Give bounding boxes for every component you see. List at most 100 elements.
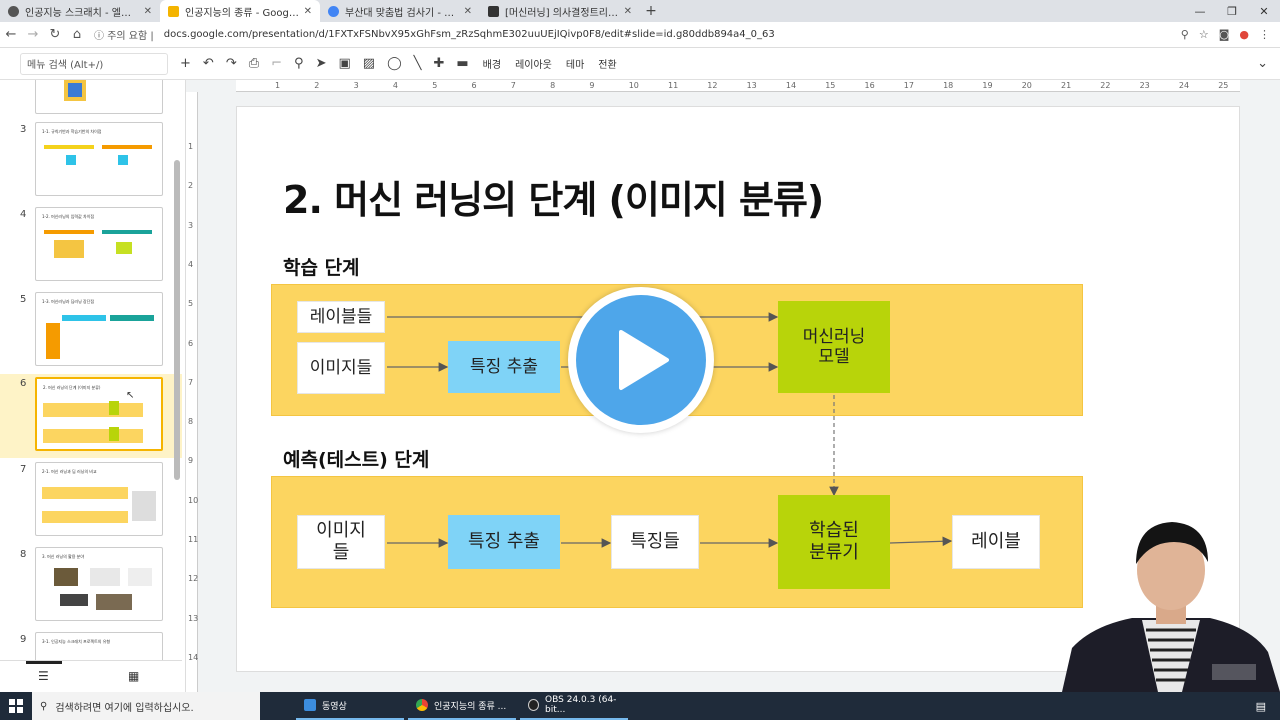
image-icon[interactable]: ▨ [363,56,375,71]
slide-thumbnail-6[interactable]: 6 2. 머신 러닝의 단계 (이미지 분류) ↖ [0,374,182,458]
taskbar-search-input[interactable]: ⚲ 검색하려면 여기에 입력하십시오. [32,692,260,720]
ruler-tick-label: 8 [550,81,556,90]
paint-format-icon[interactable]: ⌐ [271,56,282,71]
browser-tab[interactable]: 부산대 맞춤법 검사기 - Google ✕ [320,0,480,22]
menu-dots-icon[interactable]: ⋮ [1259,28,1270,41]
close-tab-icon[interactable]: ✕ [624,6,632,17]
predict-feature-extract-box[interactable]: 특징 추출 [448,515,560,569]
taskbar-app-chrome[interactable]: 인공지능의 종류 ... [408,692,516,720]
ruler-tick-label: 9 [589,81,595,90]
zoom-icon[interactable]: ⚲ [1181,28,1189,41]
arrow-classifier-to-label [889,536,953,547]
thumb-title: 1-3. 머신러닝과 딥러닝 장단점 [42,299,95,304]
thumb-shape [128,568,152,586]
filmstrip-scrollbar[interactable] [174,160,180,480]
output-label-box[interactable]: 레이블 [952,515,1040,569]
menu-search-input[interactable]: 메뉴 검색 (Alt+/) [20,52,168,75]
images-box[interactable]: 이미지들 [297,342,385,394]
ruler-tick-label: 9 [188,456,194,466]
slide-thumbnail-7[interactable]: 7 2-1. 머신 러닝과 딥 러닝의 비교 [0,462,182,546]
notification-icon[interactable]: ▤ [1256,700,1266,713]
features-box[interactable]: 특징들 [611,515,699,569]
border-weight-icon[interactable]: ▬ [456,56,468,71]
browser-tab-active[interactable]: 인공지능의 종류 - Google 프리젠 ✕ [160,0,320,22]
text-box-icon[interactable]: ▣ [338,56,350,71]
slide-thumbnail-3[interactable]: 3 1-1. 규칙기반과 학습기반의 차이점 [0,122,182,206]
browser-tab[interactable]: [머신러닝] 의사결정트리 (Decisi ✕ [480,0,640,22]
browser-tab[interactable]: 인공지능 스크래치 - 엘로소프트 ✕ [0,0,160,22]
extension-icon[interactable]: ● [1239,28,1249,41]
ruler-tick-label: 4 [392,81,398,90]
taskbar-app-label: OBS 24.0.3 (64-bit... [545,695,617,715]
layout-button[interactable]: 레이아웃 [515,56,552,71]
slide-thumbnail-5[interactable]: 5 1-3. 머신러닝과 딥러닝 장단점 [0,292,182,376]
print-icon[interactable]: ⎙ [249,56,259,71]
undo-icon[interactable]: ↶ [203,56,214,71]
slide-thumbnail-4[interactable]: 4 1-2. 머신러닝의 입력값 차이점 [0,207,182,291]
close-tab-icon[interactable]: ✕ [464,6,472,17]
zoom-icon[interactable]: ⚲ [294,56,304,71]
camera-icon[interactable]: ◙ [1219,28,1230,41]
grid-view-icon[interactable]: ▦ [128,669,139,683]
active-view-indicator [26,661,62,664]
taskbar-app-video[interactable]: 동영상 [296,692,404,720]
home-icon[interactable]: ⌂ [66,27,88,42]
maximize-icon[interactable]: ❐ [1216,0,1248,22]
thumb-shape [44,145,94,149]
url-field[interactable]: ⓘ 주의 요함 | docs.google.com/presentation/d… [94,25,1175,45]
new-tab-button[interactable]: + [640,0,662,22]
background-button[interactable]: 배경 [483,56,501,71]
feature-extract-box[interactable]: 특징 추출 [448,341,560,393]
collapse-chevron-icon[interactable]: ⌄ [1257,56,1268,71]
windows-start-icon[interactable] [0,692,32,720]
ruler-tick-label: 23 [1139,81,1150,90]
thumb-shape [90,568,120,586]
shape-icon[interactable]: ◯ [387,56,402,71]
back-icon[interactable]: ← [0,27,22,42]
security-warning[interactable]: ⓘ 주의 요함 | [94,27,154,42]
ruler-tick-label: 8 [188,417,194,427]
ruler-tick-label: 4 [188,259,194,269]
comment-icon[interactable]: ✚ [433,56,444,71]
taskbar-app-obs[interactable]: OBS 24.0.3 (64-bit... [520,692,628,720]
presenter-webcam [1062,522,1280,692]
forward-icon[interactable]: → [22,27,44,42]
reload-icon[interactable]: ↻ [44,27,66,42]
ruler-tick-label: 22 [1100,81,1111,90]
line-icon[interactable]: ╲ [414,56,422,71]
site-favicon-icon [8,5,19,17]
labels-box[interactable]: 레이블들 [297,301,385,333]
vertical-ruler: 1 2 3 4 5 6 7 8 9 10 11 12 13 14 [186,92,198,692]
ruler-tick-label: 10 [628,81,639,90]
slide-thumbnail-8[interactable]: 8 3. 머신 러닝의 활용 분야 [0,547,182,631]
slide-thumbnail-image: 1-3. 머신러닝과 딥러닝 장단점 [35,292,163,366]
input-image-box[interactable]: 이미지 들 [297,515,385,569]
redo-icon[interactable]: ↷ [226,56,237,71]
thumb-shape [44,230,94,234]
thumb-shape [43,429,143,443]
bookmark-star-icon[interactable]: ☆ [1199,28,1209,41]
close-tab-icon[interactable]: ✕ [304,6,312,17]
video-play-button[interactable] [568,287,714,433]
slide-number: 8 [20,549,27,560]
slide-thumbnail-image: 1-1. 규칙기반과 학습기반의 차이점 [35,122,163,196]
thumb-shape [118,155,128,165]
mouse-cursor-icon: ↖ [126,390,135,401]
thumb-shape [46,323,60,359]
taskbar-search-placeholder: 검색하려면 여기에 입력하십시오. [55,702,194,714]
tab-title: [머신러닝] 의사결정트리 (Decisi [505,7,620,19]
ml-model-box[interactable]: 머신러닝 모델 [778,301,890,393]
filmstrip-view-icon[interactable]: ☰ [38,669,49,683]
transition-button[interactable]: 전환 [598,56,616,71]
slide-number: 6 [20,378,27,389]
new-slide-icon[interactable]: + [180,56,191,71]
ruler-tick-label: 5 [432,81,438,90]
minimize-icon[interactable]: — [1184,0,1216,22]
theme-button[interactable]: 테마 [566,56,584,71]
close-tab-icon[interactable]: ✕ [144,6,152,17]
trained-classifier-box[interactable]: 학습된 분류기 [778,495,890,589]
thumb-shape [62,315,106,321]
select-cursor-icon[interactable]: ➤ [316,56,327,71]
tab-title: 인공지능의 종류 - Google 프리젠 [185,7,300,19]
close-window-icon[interactable]: ✕ [1248,0,1280,22]
